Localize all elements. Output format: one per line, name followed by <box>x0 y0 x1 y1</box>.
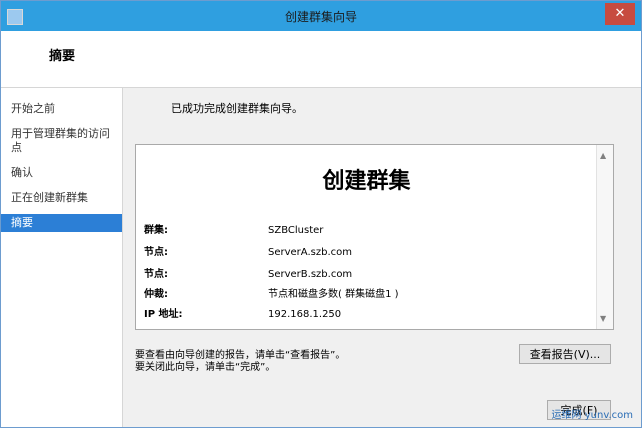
row-label: 节点: <box>144 269 168 280</box>
success-message: 已成功完成创建群集向导。 <box>171 102 303 115</box>
report-row-node1: 节点: ServerA.szb.com <box>144 243 352 258</box>
report-row-quorum: 仲裁: 节点和磁盘多数( 群集磁盘1 ) <box>144 285 399 300</box>
report-row-ip: IP 地址: 192.168.1.250 <box>144 305 341 320</box>
row-label: 仲裁: <box>144 289 168 300</box>
row-value: ServerB.szb.com <box>268 269 353 280</box>
scroll-up-icon[interactable]: ▲ <box>600 151 606 160</box>
report-title: 创建群集 <box>322 169 411 194</box>
row-value: 192.168.1.250 <box>268 309 342 320</box>
close-button[interactable]: ✕ <box>605 3 635 25</box>
row-label: 群集: <box>144 225 168 236</box>
app-icon <box>7 9 23 25</box>
report-panel[interactable]: 创建群集 群集: SZBCluster 节点: ServerA.szb.com 节点… <box>135 144 614 330</box>
row-value: SZBCluster <box>268 225 324 236</box>
report-row-node2: 节点: ServerB.szb.com <box>144 265 352 280</box>
scroll-down-icon[interactable]: ▼ <box>600 314 606 323</box>
wizard-window: 创建群集向导 ✕ 摘要 开始之前 用于管理群集的访问点 确认 正在创建新群集 摘… <box>0 0 642 428</box>
title-bar: 创建群集向导 ✕ <box>1 1 641 31</box>
watermark: 运维网 yunv.com <box>551 410 633 421</box>
view-report-button[interactable]: 查看报告(V)... <box>519 344 611 364</box>
row-label: 节点: <box>144 247 168 258</box>
report-scrollbar[interactable]: ▲ ▼ <box>596 145 613 329</box>
row-label: IP 地址: <box>144 309 183 320</box>
page-heading: 摘要 <box>49 49 76 64</box>
wizard-steps-sidebar: 开始之前 用于管理群集的访问点 确认 正在创建新群集 摘要 <box>1 88 123 427</box>
row-value: 节点和磁盘多数( 群集磁盘1 ) <box>268 289 399 300</box>
step-access-point: 用于管理群集的访问点 <box>11 127 110 154</box>
wizard-header: 摘要 <box>1 31 641 88</box>
report-row-cluster: 群集: SZBCluster <box>144 221 323 236</box>
step-confirmation: 确认 <box>11 166 33 179</box>
hint-close-wizard: 要关闭此向导，请单击“完成”。 <box>135 362 276 373</box>
row-value: ServerA.szb.com <box>268 247 352 258</box>
window-title: 创建群集向导 <box>284 9 357 24</box>
step-summary: 摘要 <box>1 214 122 232</box>
step-creating-cluster: 正在创建新群集 <box>11 191 88 204</box>
main-content: 已成功完成创建群集向导。 创建群集 群集: SZBCluster 节点: Serve… <box>123 88 641 427</box>
step-before-you-begin: 开始之前 <box>11 102 55 115</box>
